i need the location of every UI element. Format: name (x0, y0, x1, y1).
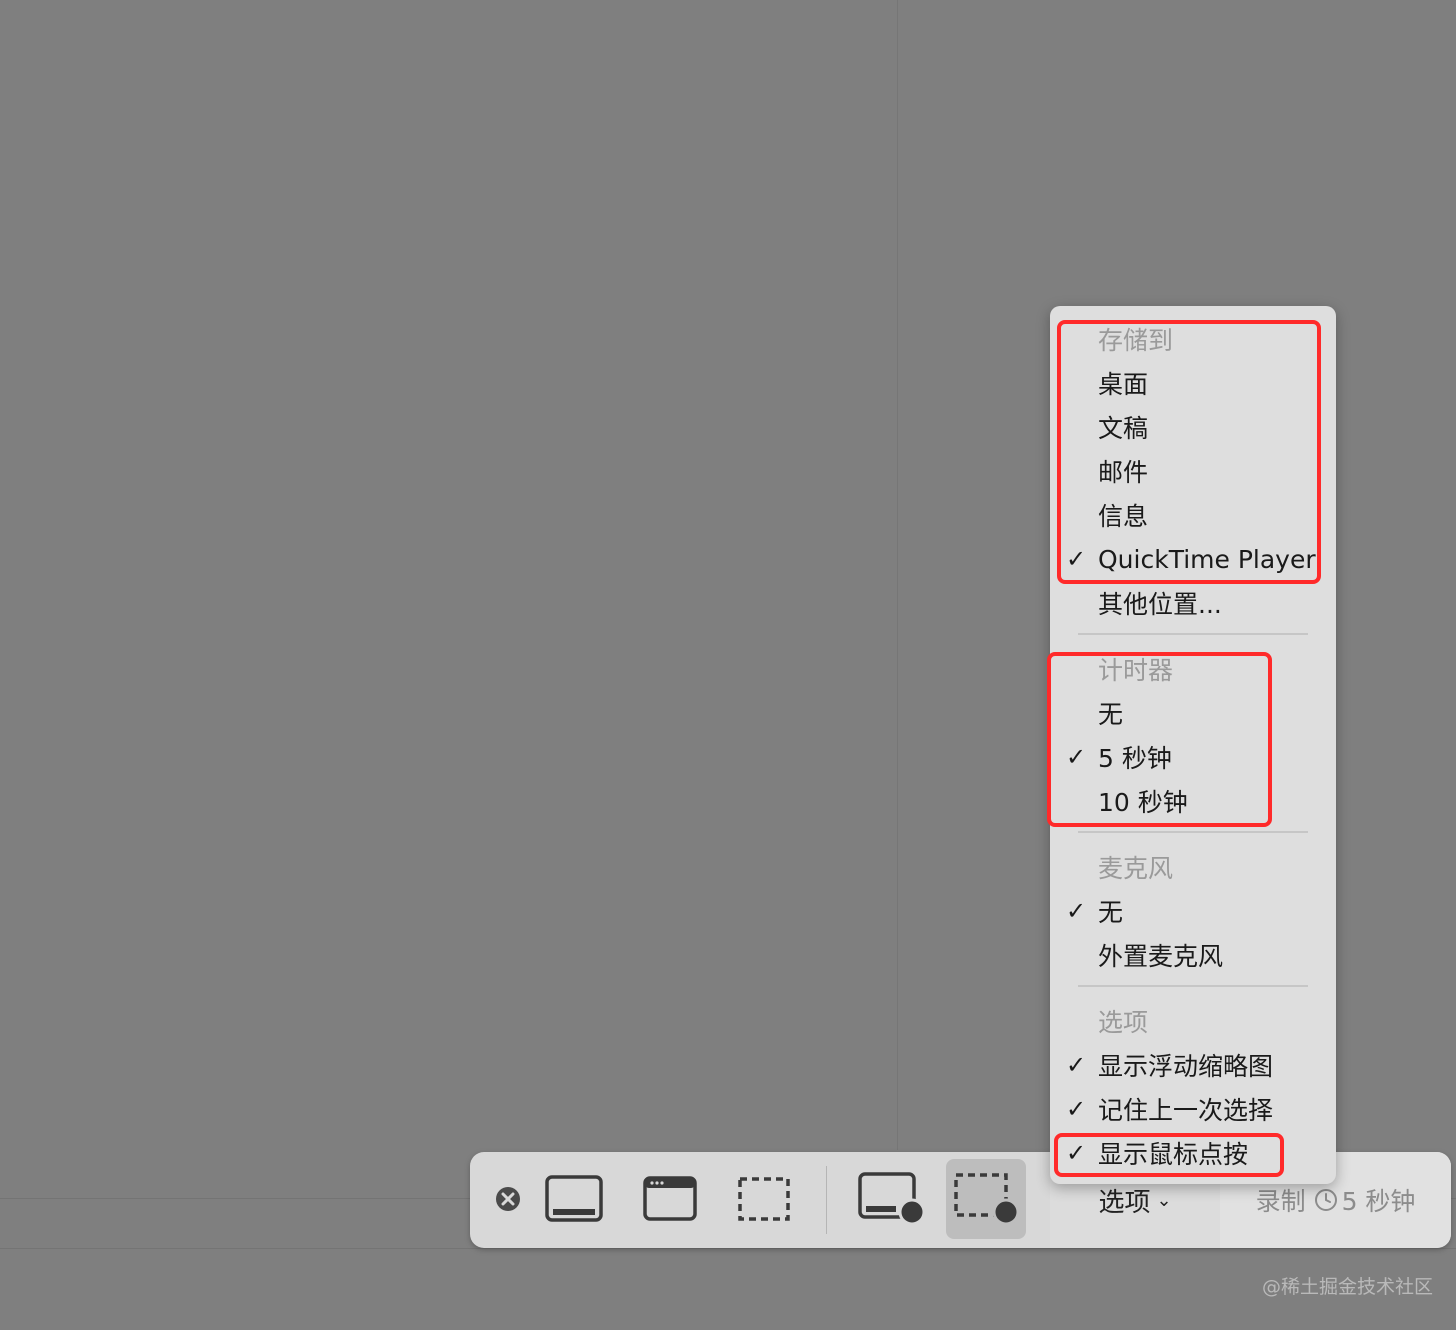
capture-entire-screen-icon (545, 1175, 603, 1222)
options-button-label: 选项 (1098, 1187, 1151, 1218)
menu-item-desktop[interactable]: 桌面 (1050, 361, 1336, 405)
record-timer-label: 5 秒钟 (1341, 1187, 1416, 1216)
menu-item-show-mouse-clicks[interactable]: ✓ 显示鼠标点按 (1050, 1131, 1336, 1175)
menu-item-timer-5s[interactable]: ✓ 5 秒钟 (1050, 735, 1336, 779)
capture-window-icon (643, 1176, 697, 1221)
menu-header-timer: 计时器 (1098, 656, 1174, 685)
menu-item-timer-10s[interactable]: 10 秒钟 (1050, 779, 1336, 823)
checkmark-icon: ✓ (1066, 1095, 1087, 1123)
menu-separator (1078, 831, 1308, 833)
record-entire-screen-button[interactable] (854, 1159, 930, 1239)
menu-item-other-location[interactable]: 其他位置... (1050, 581, 1336, 625)
background-divider-horizontal-lower (0, 1248, 1456, 1249)
timer-icon (1314, 1189, 1337, 1211)
menu-item-show-floating-thumbnail[interactable]: ✓ 显示浮动缩略图 (1050, 1043, 1336, 1087)
background-divider-vertical (897, 0, 898, 1150)
checkmark-icon: ✓ (1066, 743, 1087, 771)
menu-header-options: 选项 (1098, 1008, 1149, 1037)
record-selection-button[interactable] (946, 1159, 1026, 1239)
record-button-label: 录制 (1255, 1187, 1306, 1216)
menu-item-mic-none[interactable]: ✓ 无 (1050, 889, 1336, 933)
chevron-down-icon: ⌄ (1156, 1189, 1172, 1211)
toolbar-separator (826, 1166, 827, 1234)
menu-separator (1078, 985, 1308, 987)
menu-item-timer-none[interactable]: 无 (1050, 691, 1336, 735)
checkmark-icon: ✓ (1066, 1051, 1087, 1079)
capture-selection-icon (738, 1177, 790, 1221)
menu-separator (1078, 633, 1308, 635)
watermark: @稀土掘金技术社区 (1262, 1276, 1434, 1298)
close-button[interactable] (488, 1159, 528, 1239)
record-selection-icon (954, 1173, 1020, 1226)
options-menu: 存储到 桌面 文稿 邮件 信息 ✓ QuickTime Player 其他位置.… (1050, 306, 1336, 1184)
menu-item-documents[interactable]: 文稿 (1050, 405, 1336, 449)
menu-item-external-mic[interactable]: 外置麦克风 (1050, 933, 1336, 977)
menu-item-remember-last-selection[interactable]: ✓ 记住上一次选择 (1050, 1087, 1336, 1131)
menu-item-messages[interactable]: 信息 (1050, 493, 1336, 537)
menu-header-save-to: 存储到 (1098, 326, 1174, 355)
capture-entire-screen-button[interactable] (540, 1159, 608, 1239)
menu-item-mail[interactable]: 邮件 (1050, 449, 1336, 493)
capture-window-button[interactable] (636, 1159, 704, 1239)
record-entire-screen-icon (858, 1172, 926, 1226)
checkmark-icon: ✓ (1066, 545, 1087, 573)
menu-item-quicktime-player[interactable]: ✓ QuickTime Player (1050, 537, 1336, 581)
close-icon (496, 1187, 520, 1211)
checkmark-icon: ✓ (1066, 1139, 1087, 1167)
capture-selection-button[interactable] (730, 1159, 798, 1239)
menu-header-microphone: 麦克风 (1098, 854, 1174, 883)
checkmark-icon: ✓ (1066, 897, 1087, 925)
